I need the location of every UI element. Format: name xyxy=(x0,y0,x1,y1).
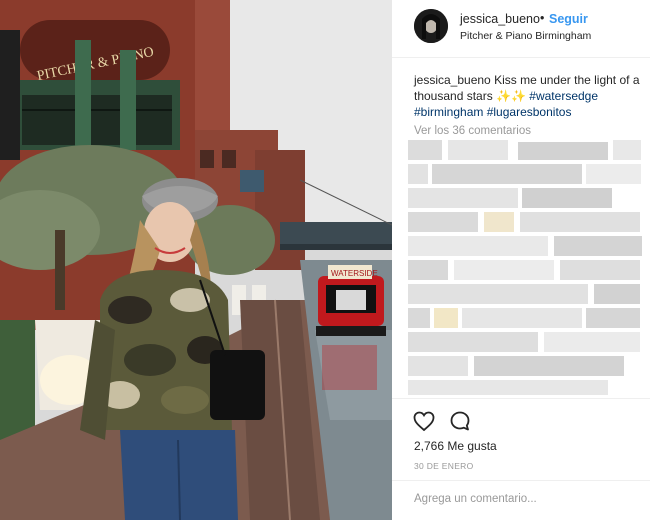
post-actions: 2,766 Me gusta 30 de enero xyxy=(392,398,650,488)
speech-bubble-icon[interactable] xyxy=(448,409,472,433)
avatar-image xyxy=(414,9,448,43)
comment-input[interactable] xyxy=(414,493,634,505)
caption-username[interactable]: jessica_bueno xyxy=(414,73,491,87)
post-panel: jessica_bueno • Seguir Pitcher & Piano B… xyxy=(392,0,650,520)
caption: jessica_bueno Kiss me under the light of… xyxy=(414,72,646,120)
likes-count[interactable]: 2,766 Me gusta xyxy=(414,439,497,453)
hashtag-birmingham[interactable]: #birmingham xyxy=(414,105,483,119)
post-photo[interactable]: PITCHER & PIANO WATERSIDE xyxy=(0,0,392,520)
comments-list-blurred xyxy=(408,140,644,395)
view-all-comments-link[interactable]: Ver los 36 comentarios xyxy=(414,125,531,137)
separator-dot: • xyxy=(540,11,545,25)
post-photo-illustration: PITCHER & PIANO WATERSIDE xyxy=(0,0,392,520)
location-link[interactable]: Pitcher & Piano Birmingham xyxy=(460,30,591,42)
hashtag-watersedge[interactable]: #watersedge xyxy=(529,89,598,103)
caption-emoji: ✨✨ xyxy=(496,89,526,103)
boat-sign-text: WATERSIDE xyxy=(331,269,378,278)
heart-icon[interactable] xyxy=(412,409,436,433)
post-date[interactable]: 30 de enero xyxy=(414,461,474,471)
follow-button[interactable]: Seguir xyxy=(549,12,588,26)
username-link[interactable]: jessica_bueno xyxy=(460,12,540,26)
post-header: jessica_bueno • Seguir Pitcher & Piano B… xyxy=(392,0,650,58)
comment-box xyxy=(392,480,650,520)
pixelated-comments xyxy=(408,140,644,395)
avatar[interactable] xyxy=(414,9,448,43)
hashtag-lugaresbonitos[interactable]: #lugaresbonitos xyxy=(487,105,572,119)
